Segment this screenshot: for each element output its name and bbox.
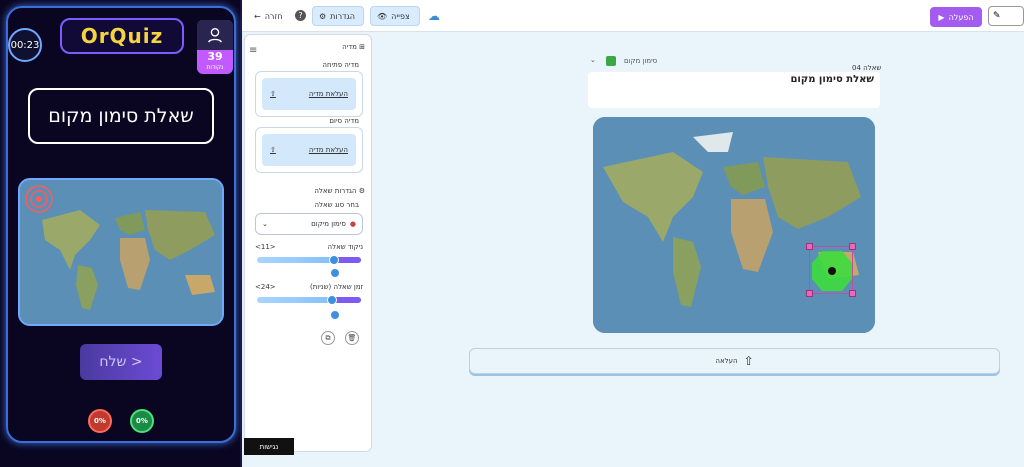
score-slider-bubble [331, 269, 339, 277]
edit-title-field[interactable]: ✎ [988, 6, 1024, 26]
resize-handle-br[interactable] [849, 290, 856, 297]
opening-media-box: ⇧ העלאת מדיה [255, 71, 363, 117]
settings-panel: ≡ מדיה ⊞ מדיה פתיחה ⇧ העלאת מדיה מדיה סי… [244, 34, 372, 452]
preview-label: צפייה [391, 11, 410, 21]
gear-icon: ⚙ [319, 11, 327, 21]
time-slider-handle[interactable] [327, 295, 337, 305]
time-slider-label-row: <24> זמן שאלה (שניות) [255, 283, 363, 291]
pencil-icon: ✎ [993, 11, 1001, 21]
question-number: שאלה 04 [852, 64, 882, 72]
time-slider-fill [333, 297, 361, 303]
send-button[interactable]: שלח > [80, 344, 162, 380]
top-bar: ← חזרה ? ⚙ הגדרות 👁 צפייה ☁ ▶ הפעלה ✎ [242, 0, 1024, 32]
timer: 00:23 [8, 28, 42, 62]
question-type-row: ⌄ סימון מקום [590, 56, 880, 70]
time-slider-value: <24> [255, 283, 276, 291]
wrong-percent-badge: 0% [88, 409, 112, 433]
play-icon: ▶ [938, 12, 945, 22]
question-settings-label: הגדרות שאלה [314, 187, 357, 195]
media-title-label: מדיה [342, 43, 357, 51]
upload-media-label-2: העלאת מדיה [308, 146, 348, 154]
delete-button[interactable]: 🗑 [345, 331, 359, 345]
main-world-map[interactable] [593, 117, 875, 333]
question-settings-title: הגדרות שאלה ⚙ [314, 187, 365, 195]
score-slider-label-row: <11> ניקוד שאלה [255, 243, 363, 251]
question-type-select[interactable]: ⌄ סימון מיקום ● [255, 213, 363, 235]
time-slider[interactable] [257, 295, 361, 305]
end-media-box: ⇧ העלאת מדיה [255, 127, 363, 173]
type-color-swatch[interactable] [606, 56, 616, 66]
upload-icon: ⇧ [270, 90, 276, 98]
target-icon [25, 185, 53, 213]
help-icon[interactable]: ? [295, 10, 306, 21]
score-slider-value: <11> [255, 243, 276, 251]
media-icon: ⊞ [359, 43, 365, 51]
upload-media-label: העלאת מדיה [308, 90, 348, 98]
media-title: מדיה ⊞ [342, 43, 365, 51]
score-slider-label: ניקוד שאלה [327, 243, 363, 251]
back-label: חזרה [264, 11, 283, 21]
score-slider[interactable] [257, 255, 361, 265]
resize-handle-bl[interactable] [806, 290, 813, 297]
resize-handle-tl[interactable] [806, 243, 813, 250]
time-slider-label: זמן שאלה (שניות) [309, 283, 363, 291]
chevron-down-icon: ⌄ [262, 220, 268, 228]
location-marker [812, 251, 852, 291]
run-label: הפעלה [948, 12, 974, 22]
score-label: נקודות [206, 64, 224, 71]
marker-selection-box[interactable] [806, 243, 856, 297]
copy-button[interactable]: ⧉ [321, 331, 335, 345]
upload-icon: ⇧ [270, 146, 276, 154]
map-pin-icon: ● [349, 220, 356, 228]
end-media-upload-button[interactable]: ⇧ העלאת מדיה [262, 134, 356, 166]
cloud-icon: ☁ [428, 9, 440, 23]
choose-type-label: בחר סוג שאלה [314, 201, 359, 209]
score-value: 39 [207, 50, 223, 63]
resize-handle-tr[interactable] [849, 243, 856, 250]
settings-button[interactable]: ⚙ הגדרות [312, 6, 364, 26]
menu-icon[interactable]: ≡ [249, 45, 257, 56]
upload-icon: ⇧ [743, 354, 754, 368]
right-percent-badge: 0% [130, 409, 154, 433]
avatar [197, 20, 233, 50]
logo: OrQuiz [60, 18, 184, 54]
qtype-label: סימון מקום [624, 57, 658, 65]
chevron-down-icon[interactable]: ⌄ [590, 56, 596, 64]
back-button[interactable]: ← חזרה [248, 6, 288, 26]
eye-icon: 👁 [377, 11, 388, 21]
accessibility-tab[interactable]: נגישות [244, 438, 294, 455]
upload-button[interactable]: העלאה ⇧ [469, 348, 1000, 374]
phone-world-map[interactable] [18, 178, 224, 326]
phone-preview: 00:23 OrQuiz 39 נקודות שאלת סימון מקום ש… [0, 0, 242, 467]
end-media-label: מדיה סיום [329, 117, 359, 125]
question-text-field[interactable]: שאלת סימון מקום [588, 72, 880, 108]
type-value: סימון מיקום [311, 220, 346, 228]
score-box: 39 נקודות [197, 20, 233, 74]
gear-icon: ⚙ [358, 187, 365, 195]
preview-button[interactable]: 👁 צפייה [370, 6, 420, 26]
trash-icon: 🗑 [347, 334, 357, 342]
upload-label: העלאה [715, 357, 738, 365]
opening-media-label: מדיה פתיחה [322, 61, 359, 69]
time-slider-bubble [331, 311, 339, 319]
copy-icon: ⧉ [325, 333, 331, 342]
score-slider-handle[interactable] [329, 255, 339, 265]
arrow-left-icon: ← [254, 11, 261, 21]
settings-label: הגדרות [330, 11, 356, 21]
world-map-image [593, 117, 875, 333]
run-button[interactable]: ▶ הפעלה [930, 7, 982, 27]
user-icon [208, 28, 222, 43]
opening-media-upload-button[interactable]: ⇧ העלאת מדיה [262, 78, 356, 110]
phone-question-title: שאלת סימון מקום [28, 88, 214, 144]
